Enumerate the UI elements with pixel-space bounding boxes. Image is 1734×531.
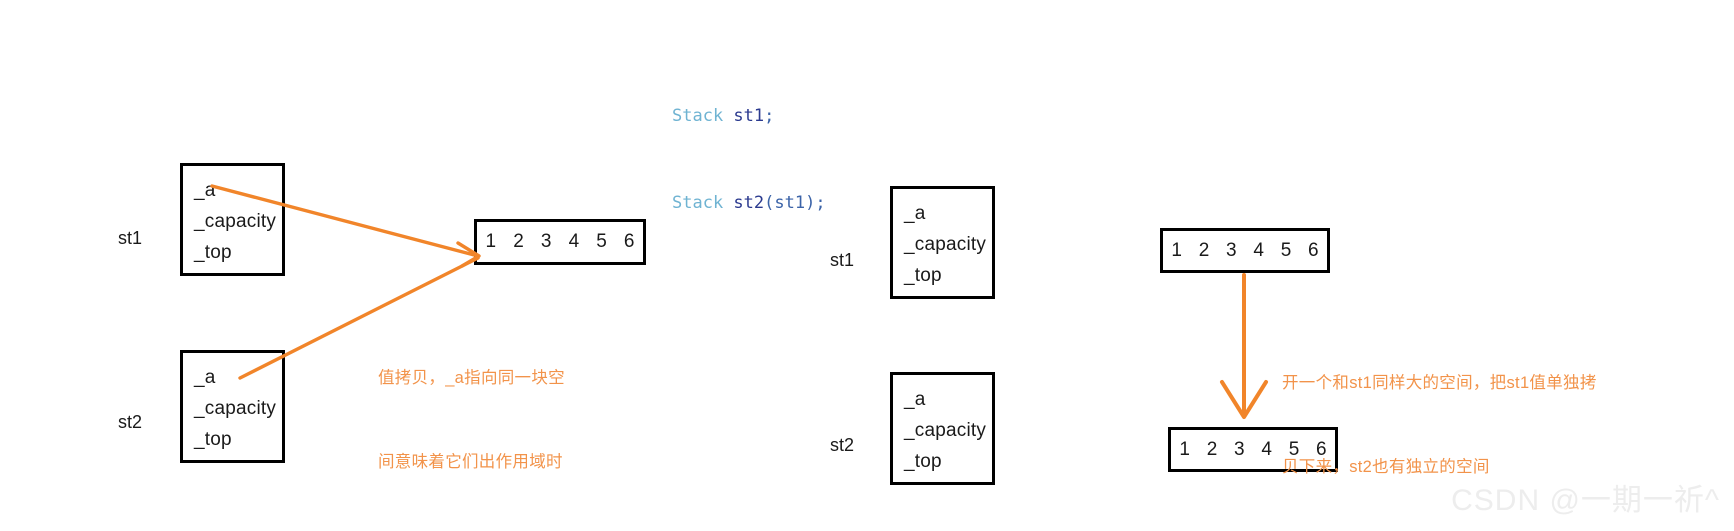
field-top: _top	[904, 451, 942, 472]
field-a: _a	[904, 203, 926, 224]
field-a: _a	[194, 180, 216, 201]
shallow-st1-struct-box: _a _capacity _top	[180, 163, 285, 276]
diagram-canvas: Stack st1; Stack st2(st1); st1 _a _capac…	[0, 0, 1734, 531]
code-identifier: st2	[723, 193, 765, 213]
array-cell: 4	[1261, 438, 1272, 460]
field-a: _a	[194, 367, 216, 388]
code-line-1: Stack st1;	[672, 102, 826, 131]
code-punctuation: ;	[764, 106, 775, 126]
deep-st1-struct-box: _a _capacity _top	[890, 186, 995, 299]
shallow-st2-label: st2	[118, 412, 143, 432]
field-top: _top	[194, 242, 232, 263]
code-punctuation: (st1);	[764, 193, 826, 213]
array-cell: 3	[1226, 239, 1237, 261]
field-top: _top	[194, 429, 232, 450]
deep-st2-label: st2	[830, 435, 855, 455]
code-keyword: Stack	[672, 106, 724, 126]
annotation-line: 间意味着它们出作用域时	[378, 453, 563, 471]
deep-st1-label: st1	[830, 250, 855, 270]
csdn-watermark: CSDN @一期一祈^	[1451, 484, 1720, 517]
array-cell: 2	[513, 231, 524, 252]
array-cell: 4	[1253, 239, 1264, 261]
array-cell: 2	[1206, 438, 1218, 460]
arrow-deep-copy-down	[1220, 273, 1268, 419]
shallow-copy-annotation: 值拷贝，_a指向同一块空 间意味着它们出作用域时 都要析构，这样同一块空 间两次	[378, 308, 565, 531]
field-capacity: _capacity	[194, 211, 277, 232]
array-cell: 6	[1308, 239, 1319, 261]
deep-array-box-top: 1 2 3 4 5 6	[1160, 228, 1330, 273]
array-cell: 5	[596, 231, 607, 252]
code-line-2: Stack st2(st1);	[672, 189, 826, 218]
deep-st2-struct-box: _a _capacity _top	[890, 372, 995, 485]
shallow-st1-label: st1	[118, 228, 143, 248]
array-cell: 1	[1171, 239, 1182, 261]
field-capacity: _capacity	[904, 420, 987, 441]
code-snippet: Stack st1; Stack st2(st1);	[672, 44, 826, 276]
array-cell: 3	[1234, 438, 1245, 460]
annotation-line: 值拷贝，_a指向同一块空	[378, 369, 565, 387]
array-cell: 2	[1198, 239, 1210, 261]
field-capacity: _capacity	[904, 234, 987, 255]
field-top: _top	[904, 265, 942, 286]
field-capacity: _capacity	[194, 398, 277, 419]
array-cell: 6	[623, 231, 635, 252]
shallow-st2-struct-box: _a _capacity _top	[180, 350, 285, 463]
array-cell: 3	[540, 231, 552, 252]
array-cell: 1	[1179, 438, 1190, 460]
field-a: _a	[904, 389, 926, 410]
shallow-shared-array-box: 1 2 3 4 5 6	[474, 219, 646, 265]
annotation-line: 开一个和st1同样大的空间，把st1值单独拷	[1282, 374, 1597, 392]
array-cell: 1	[485, 231, 497, 252]
array-cell: 5	[1280, 239, 1292, 261]
code-keyword: Stack	[672, 193, 724, 213]
code-identifier: st1	[723, 106, 765, 126]
array-cell: 4	[568, 231, 580, 252]
